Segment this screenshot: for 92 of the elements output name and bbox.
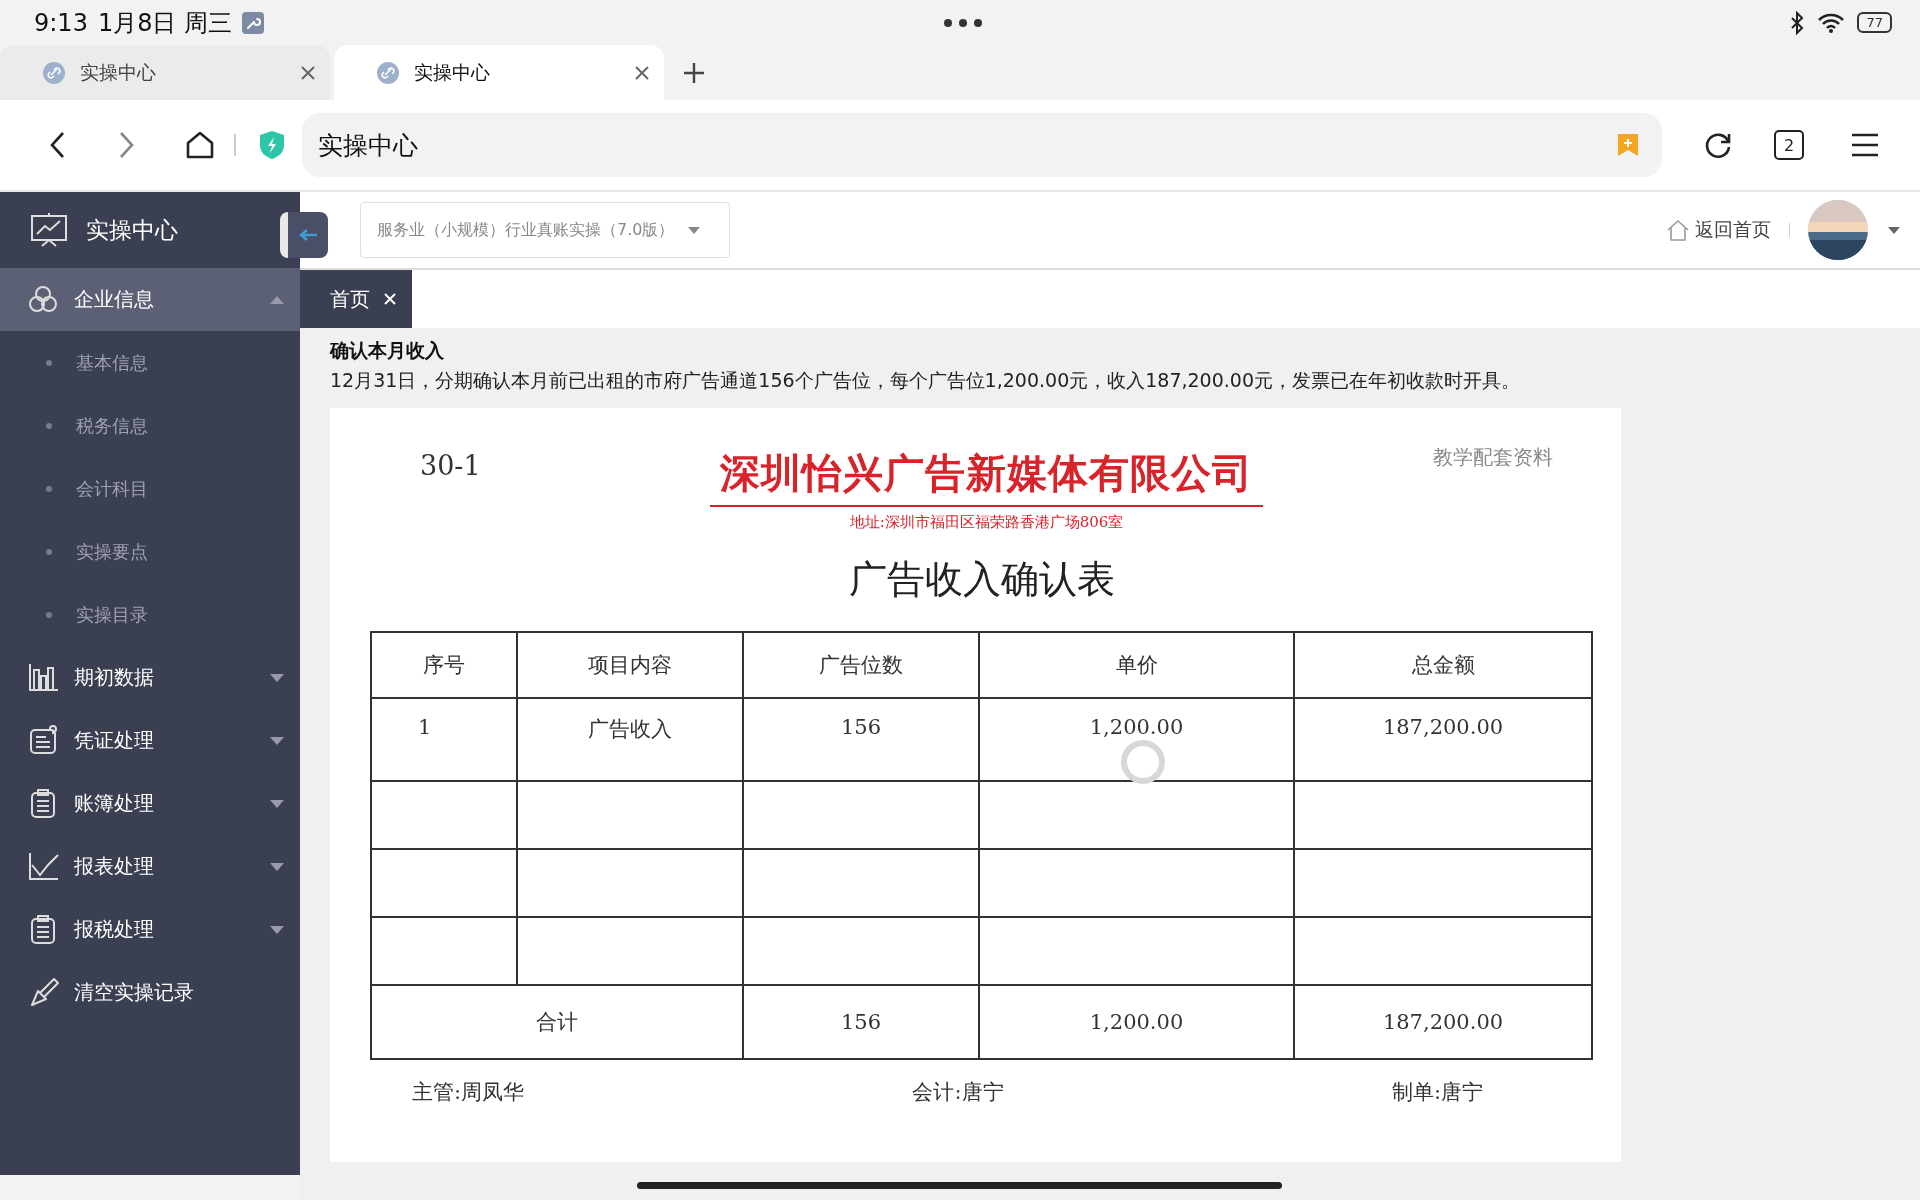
address-field[interactable]: 实操中心 [302,113,1662,177]
wrench-icon [242,11,265,34]
sidebar-item[interactable]: 期初数据 [0,646,300,709]
bullet-icon [46,611,52,618]
line-chart-icon [28,850,60,883]
table-cell: 广告收入 [517,698,743,781]
browser-tab[interactable]: 实操中心 [0,45,330,100]
bullet-icon [46,422,52,429]
home-link[interactable]: 返回首页 [1665,217,1771,243]
column-header: 总金额 [1294,632,1592,698]
signature-field: 会计:唐宁 [912,1078,1004,1106]
form-title: 广告收入确认表 [847,556,1116,603]
address-text: 实操中心 [318,129,418,162]
menu-label: 企业信息 [74,286,155,313]
avatar[interactable] [1808,200,1868,260]
broom-icon [28,976,60,1009]
bar-chart-icon [28,661,60,694]
submenu-item[interactable]: 实操目录 [0,583,300,646]
material-label: 教学配套资料 [1432,444,1553,471]
signature-field: 主管:周凤华 [412,1078,525,1106]
close-icon[interactable] [634,64,650,81]
menu-label: 凭证处理 [74,727,155,754]
collapse-sidebar-button[interactable] [280,212,328,258]
browser-tab[interactable]: 实操中心 [334,45,664,100]
bullet-icon [46,359,52,366]
task-title: 确认本月收入 [330,338,445,363]
battery-indicator: 77 [1857,12,1892,33]
company-address: 地址:深圳市福田区福荣路香港广场806室 [849,513,1124,532]
presentation-icon [30,212,68,248]
document-icon [28,724,60,757]
submenu-label: 基本信息 [76,350,148,375]
home-label: 返回首页 [1695,217,1771,242]
submenu-item[interactable]: 基本信息 [0,331,300,394]
select-value: 服务业（小规模）行业真账实操（7.0版） [377,219,675,241]
more-icon[interactable] [943,17,983,28]
menu-label: 报税处理 [74,916,155,943]
course-select[interactable]: 服务业（小规模）行业真账实操（7.0版） [360,202,730,258]
submenu-label: 实操要点 [76,539,148,564]
menu-label: 报表处理 [74,853,155,880]
loading-spinner-icon [1120,739,1166,785]
tab-title: 实操中心 [80,59,157,85]
dropdown-caret-icon [688,226,701,234]
bullet-icon [46,548,52,555]
home-icon [1665,218,1691,242]
home-icon[interactable] [184,129,216,161]
sidebar-item[interactable]: 企业信息 [0,268,300,331]
sidebar-title: 实操中心 [86,215,178,245]
sidebar-item[interactable]: 账簿处理 [0,772,300,835]
bluetooth-icon [1789,10,1806,35]
sidebar-item[interactable]: 报税处理 [0,898,300,961]
submenu-label: 税务信息 [76,413,148,438]
document-number: 30-1 [420,450,482,481]
wifi-icon [1817,11,1846,34]
total-label: 合计 [371,985,743,1059]
column-header: 项目内容 [517,632,743,698]
new-tab-icon[interactable] [682,60,706,85]
table-cell: 1 [371,698,517,781]
link-icon [376,60,400,85]
status-date: 1月8日 周三 [97,7,233,39]
sidebar-item[interactable]: 凭证处理 [0,709,300,772]
page-tab[interactable]: 首页 [300,270,412,328]
company-name: 深圳怡兴广告新媒体有限公司 [710,438,1263,507]
submenu-label: 实操目录 [76,602,148,627]
column-header: 序号 [371,632,517,698]
arrow-left-icon [299,229,317,241]
menu-label: 账簿处理 [74,790,155,817]
menu-label: 期初数据 [74,664,155,691]
link-icon [42,60,66,85]
signature-field: 制单:唐宁 [1391,1078,1483,1106]
submenu-item[interactable]: 会计科目 [0,457,300,520]
menu-label: 清空实操记录 [74,979,195,1006]
total-cell: 187,200.00 [1294,985,1592,1059]
table-cell: 1,200.00 [979,698,1294,781]
submenu-label: 会计科目 [76,476,148,501]
tab-count-button[interactable]: 2 [1774,130,1804,160]
table-cell: 187,200.00 [1294,698,1592,781]
dropdown-caret-icon[interactable] [1888,226,1900,234]
column-header: 单价 [979,632,1294,698]
close-icon[interactable] [300,64,316,81]
total-cell: 1,200.00 [979,985,1294,1059]
column-header: 广告位数 [743,632,979,698]
status-time: 9:13 [34,8,88,37]
table-cell: 156 [743,698,979,781]
tab-title: 实操中心 [414,59,491,85]
submenu-item[interactable]: 实操要点 [0,520,300,583]
task-description: 12月31日，分期确认本月前已出租的市府广告通道156个广告位，每个广告位1,200.00元，收入187,200.00元，发票已在年初收款时开具。 [330,368,1521,393]
sidebar-item[interactable]: 报表处理 [0,835,300,898]
sidebar-item[interactable]: 清空实操记录 [0,961,300,1024]
total-cell: 156 [743,985,979,1059]
menu-icon[interactable] [1850,132,1880,158]
bullet-icon [46,485,52,492]
submenu-item[interactable]: 税务信息 [0,394,300,457]
